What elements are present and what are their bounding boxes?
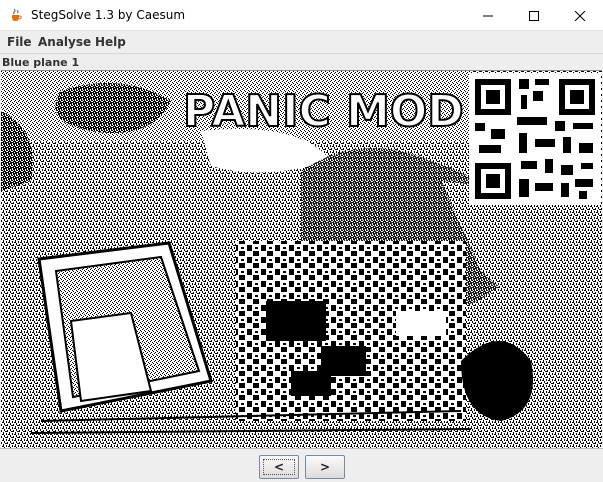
menu-file[interactable]: File <box>7 31 32 53</box>
qr-code <box>469 73 601 205</box>
previous-plane-button[interactable]: < <box>259 455 299 479</box>
maximize-button[interactable] <box>511 0 557 31</box>
menu-separator <box>0 53 603 56</box>
menu-analyse[interactable]: Analyse <box>38 31 91 53</box>
plane-label: Blue plane 1 <box>2 56 80 69</box>
java-cup-icon <box>12 8 22 21</box>
stego-image-view: PANIC MOD <box>1 70 602 448</box>
minimize-button[interactable] <box>465 0 511 31</box>
menu-bar: File Analyse Help <box>0 31 603 53</box>
navigation-bar: < > <box>0 448 603 482</box>
window-title: StegSolve 1.3 by Caesum <box>31 8 186 22</box>
title-bar: StegSolve 1.3 by Caesum <box>0 0 603 31</box>
bit-plane-image: PANIC MOD <box>1 71 602 448</box>
close-button[interactable] <box>557 0 603 31</box>
panic-mod-text: PANIC MOD <box>183 86 464 137</box>
menu-help[interactable]: Help <box>95 31 126 53</box>
next-plane-button[interactable]: > <box>305 455 345 479</box>
maximize-icon <box>529 10 539 21</box>
minimize-icon <box>483 15 493 16</box>
close-icon <box>575 10 585 21</box>
